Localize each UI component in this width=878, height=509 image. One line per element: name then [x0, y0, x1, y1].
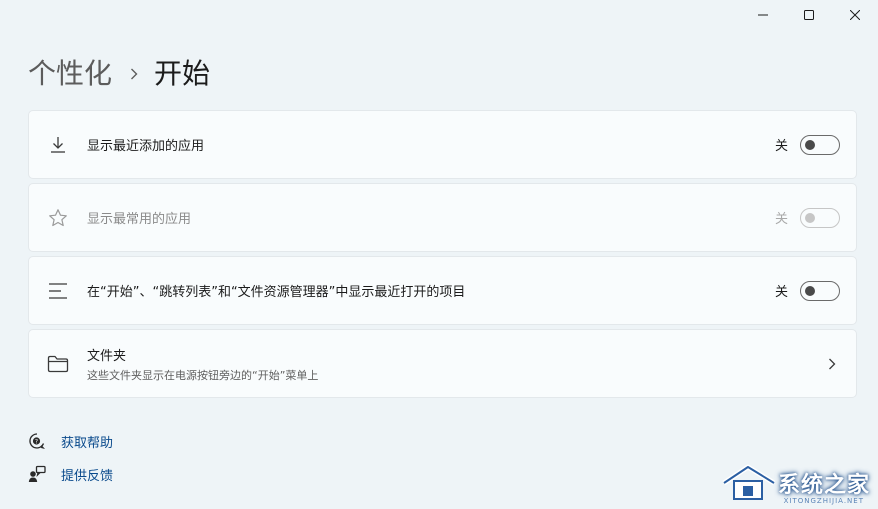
minimize-button[interactable]	[740, 0, 786, 30]
toggle-state-label: 关	[774, 139, 788, 154]
svg-text:?: ?	[35, 438, 38, 445]
watermark-text: 系统之家	[777, 473, 870, 498]
get-help-link[interactable]: ? 获取帮助	[28, 430, 113, 452]
setting-text: 文件夹 这些文件夹显示在电源按钮旁边的“开始”菜单上	[87, 345, 828, 383]
recently-added-apps-toggle[interactable]	[800, 134, 840, 155]
toggle-state-label: 关	[774, 212, 788, 227]
watermark: 系统之家 XITONGZHIJIA.NET	[720, 463, 870, 505]
most-used-apps-toggle	[800, 207, 840, 228]
toggle-group: 关	[774, 207, 840, 228]
setting-folders[interactable]: 文件夹 这些文件夹显示在电源按钮旁边的“开始”菜单上	[28, 329, 857, 398]
close-icon	[850, 10, 860, 20]
toggle-group: 关	[774, 134, 840, 155]
toggle-knob	[805, 212, 815, 223]
star-icon	[29, 208, 87, 228]
folder-icon	[29, 355, 87, 373]
close-button[interactable]	[832, 0, 878, 30]
setting-text: 在“开始”、“跳转列表”和“文件资源管理器”中显示最近打开的项目	[87, 281, 775, 300]
get-help-label: 获取帮助	[61, 435, 114, 451]
recently-opened-items-toggle[interactable]	[800, 280, 840, 301]
toggle-knob	[805, 285, 815, 296]
minimize-icon	[758, 14, 768, 16]
chevron-right-icon	[828, 358, 836, 370]
give-feedback-label: 提供反馈	[61, 468, 114, 484]
setting-text: 显示最常用的应用	[87, 208, 775, 227]
breadcrumb: 个性化 开始	[28, 54, 210, 94]
feedback-icon	[28, 465, 46, 483]
window-controls	[740, 0, 878, 30]
toggle-state-label: 关	[774, 285, 788, 300]
download-icon	[29, 135, 87, 155]
maximize-icon	[804, 10, 814, 20]
list-icon	[29, 281, 87, 301]
watermark-logo-icon	[722, 464, 776, 500]
setting-title: 显示最近添加的应用	[87, 139, 205, 154]
toggle-group: 关	[774, 280, 840, 301]
watermark-url: XITONGZHIJIA.NET	[783, 497, 864, 505]
page-title: 开始	[154, 57, 211, 90]
give-feedback-link[interactable]: 提供反馈	[28, 463, 113, 485]
setting-subtitle: 这些文件夹显示在电源按钮旁边的“开始”菜单上	[87, 368, 319, 382]
settings-list: 显示最近添加的应用 关 显示最常用的应用 关 在“开始”、“跳转列表”和“文件资…	[28, 110, 857, 402]
breadcrumb-parent[interactable]: 个性化	[28, 54, 112, 94]
toggle-knob	[805, 139, 815, 150]
help-links: ? 获取帮助 提供反馈	[28, 430, 113, 496]
setting-title: 显示最常用的应用	[87, 212, 192, 227]
setting-title: 在“开始”、“跳转列表”和“文件资源管理器”中显示最近打开的项目	[87, 285, 466, 300]
help-icon: ?	[28, 432, 46, 450]
setting-title: 文件夹	[87, 348, 127, 364]
chevron-right-icon	[130, 68, 138, 80]
setting-most-used-apps: 显示最常用的应用 关	[28, 183, 857, 252]
setting-recently-opened-items[interactable]: 在“开始”、“跳转列表”和“文件资源管理器”中显示最近打开的项目 关	[28, 256, 857, 325]
setting-text: 显示最近添加的应用	[87, 135, 775, 154]
setting-recently-added-apps[interactable]: 显示最近添加的应用 关	[28, 110, 857, 179]
maximize-button[interactable]	[786, 0, 832, 30]
